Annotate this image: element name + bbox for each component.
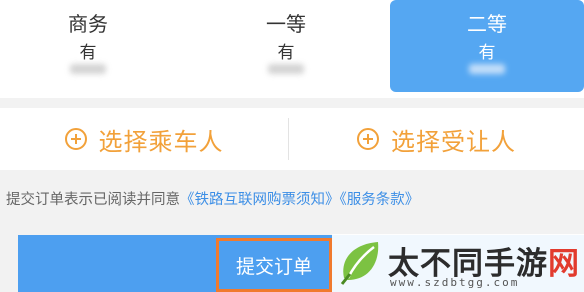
seat-class-selector: 商务 有 一等 有 二等 有 [0,0,584,98]
agreement-prefix: 提交订单表示已阅读并同意 [6,192,180,208]
watermark: 太不同手游网 www.szdbtgg.com [332,234,584,292]
seat-option-first-class[interactable]: 一等 有 [196,0,376,92]
seat-class-label: 商务 [68,12,108,36]
seat-option-business[interactable]: 商务 有 [0,0,176,92]
blurred-price [70,64,106,74]
seat-class-label: 二等 [467,12,507,36]
submit-order-label: 提交订单 [235,255,312,278]
blurred-price [469,64,505,74]
plus-circle-icon [357,128,379,150]
seat-availability: 有 [79,43,97,63]
seat-class-label: 一等 [266,12,306,36]
notice-link[interactable]: 《铁路互联网购票须知》 [180,192,340,208]
passenger-actions: 选择乘车人 选择受让人 [0,108,584,170]
watermark-url: www.szdbtgg.com [390,276,520,289]
seat-availability: 有 [478,43,496,63]
submit-order-button[interactable]: 提交订单 [216,238,332,292]
seat-availability: 有 [277,43,295,63]
seat-option-second-class[interactable]: 二等 有 [390,0,584,92]
plus-circle-icon [64,128,87,150]
select-beneficiary-button[interactable]: 选择受让人 [289,108,584,170]
blurred-price [268,64,304,74]
leaf-logo-icon [340,242,379,285]
select-passenger-label: 选择乘车人 [98,127,224,156]
watermark-title-accent: 网 [548,246,580,282]
select-passenger-button[interactable]: 选择乘车人 [0,108,288,170]
select-beneficiary-label: 选择受让人 [391,127,516,156]
agreement-text: 提交订单表示已阅读并同意《铁路互联网购票须知》《服务条款》 [6,188,584,209]
terms-link[interactable]: 《服务条款》 [340,192,420,208]
